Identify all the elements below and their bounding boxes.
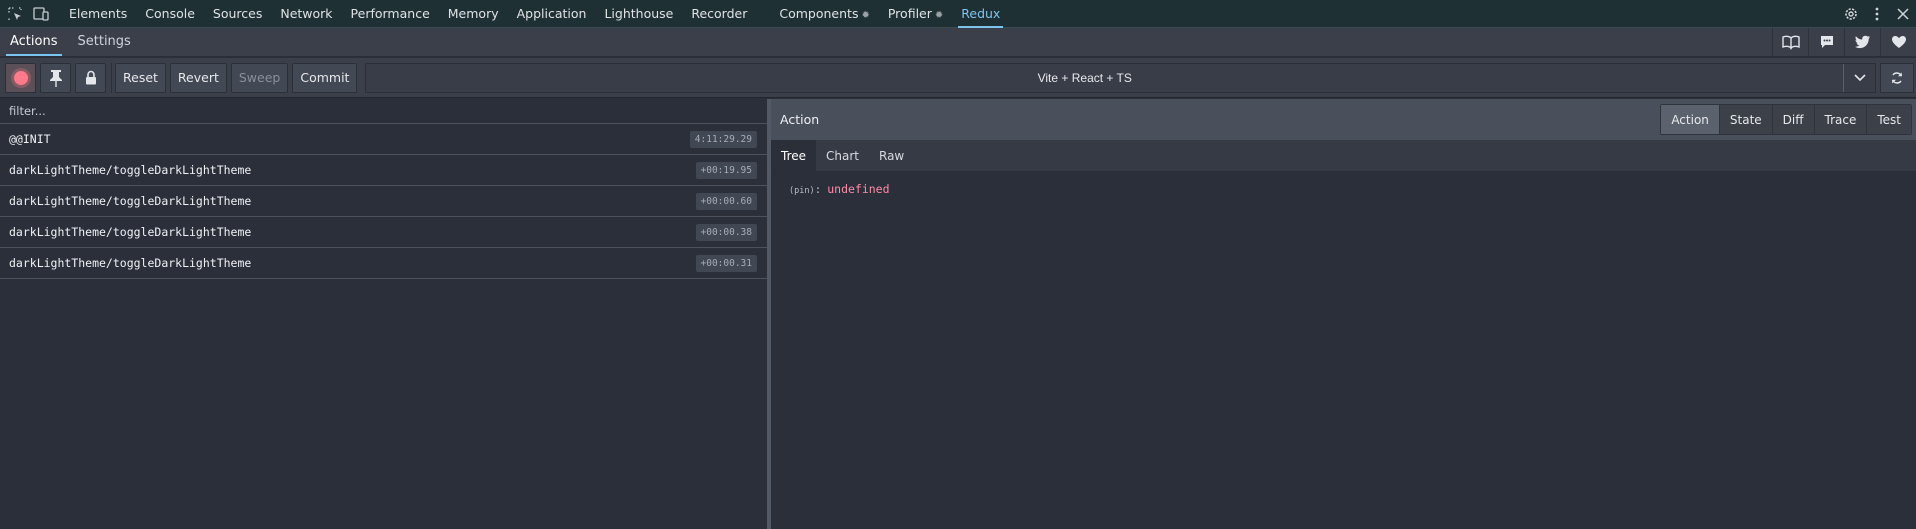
- inspector-title: Action: [780, 112, 820, 127]
- devtools-tab-lighthouse[interactable]: Lighthouse: [595, 0, 682, 28]
- action-timestamp: 4:11:29.29: [689, 130, 757, 148]
- lock-icon: [85, 70, 96, 85]
- devtools-tab-label: Profiler: [887, 5, 932, 21]
- reset-button[interactable]: Reset: [115, 62, 166, 93]
- mode-tab-test[interactable]: Test: [1866, 105, 1911, 134]
- action-name: darkLightTheme/toggleDarkLightTheme: [9, 194, 252, 208]
- devtools-tab-label: Console: [145, 5, 195, 21]
- devtools-tab-memory[interactable]: Memory: [439, 0, 508, 28]
- mode-tab-state[interactable]: State: [1718, 105, 1772, 134]
- redux-toolbar: Reset Revert Sweep Commit Vite + React +…: [0, 58, 1916, 98]
- action-name: darkLightTheme/toggleDarkLightTheme: [9, 163, 252, 177]
- mode-tab-action[interactable]: Action: [1661, 105, 1719, 134]
- devtools-tab-network[interactable]: Network: [271, 0, 341, 28]
- devtools-tab-label: Lighthouse: [604, 5, 674, 21]
- more-options-icon[interactable]: [1864, 0, 1890, 28]
- sync-icon: [1891, 71, 1903, 84]
- action-name: darkLightTheme/toggleDarkLightTheme: [9, 256, 252, 270]
- action-row-init[interactable]: @@INIT 4:11:29.29: [0, 124, 767, 155]
- pin-icon: [49, 69, 62, 87]
- inspect-element-icon[interactable]: [2, 0, 28, 28]
- devtools-tab-bar: Elements Console Sources Network Perform…: [0, 0, 1916, 28]
- record-button[interactable]: [5, 62, 36, 93]
- subtab-tree[interactable]: Tree: [771, 140, 817, 171]
- mode-tab-trace[interactable]: Trace: [1813, 105, 1867, 134]
- toolbar-divider: [111, 62, 112, 93]
- devtools-tab-label: Redux: [961, 5, 1001, 21]
- action-row[interactable]: darkLightTheme/toggleDarkLightTheme +00:…: [0, 155, 767, 186]
- action-name: darkLightTheme/toggleDarkLightTheme: [9, 225, 252, 239]
- commit-button[interactable]: Commit: [292, 62, 358, 93]
- inspector-panel: Action Action State Diff Trace Test Tree…: [771, 99, 1916, 529]
- sweep-button[interactable]: Sweep: [230, 62, 289, 93]
- heart-icon[interactable]: [1880, 28, 1916, 56]
- close-icon[interactable]: [1890, 0, 1916, 28]
- devtools-tab-label: Memory: [447, 5, 499, 21]
- inspector-header: Action Action State Diff Trace Test: [771, 99, 1916, 140]
- devtools-tab-elements[interactable]: Elements: [60, 0, 136, 28]
- devtools-tab-label: Elements: [69, 5, 128, 21]
- book-icon[interactable]: [1772, 28, 1808, 56]
- devtools-tab-profiler[interactable]: Profiler ✹: [879, 0, 952, 28]
- action-timestamp: +00:00.38: [695, 223, 757, 241]
- inspector-mode-tabs: Action State Diff Trace Test: [1660, 104, 1912, 135]
- devtools-tab-redux[interactable]: Redux: [952, 0, 1009, 28]
- tree-view: (pin) : undefined: [771, 172, 1916, 196]
- devtools-tab-application[interactable]: Application: [508, 0, 596, 28]
- inspector-sub-tabs: Tree Chart Raw: [771, 140, 1916, 172]
- tree-colon: :: [814, 183, 822, 196]
- gear-icon: ✹: [934, 9, 944, 21]
- devtools-tab-recorder[interactable]: Recorder: [682, 0, 756, 28]
- tab-settings[interactable]: Settings: [68, 28, 141, 56]
- pin-button[interactable]: [40, 62, 71, 93]
- subtab-chart[interactable]: Chart: [816, 140, 869, 171]
- action-name: @@INIT: [9, 132, 51, 146]
- instance-label: Vite + React + TS: [1037, 70, 1132, 85]
- record-icon: [13, 70, 28, 85]
- action-timestamp: +00:00.31: [695, 254, 757, 272]
- action-list-panel: @@INIT 4:11:29.29 darkLightTheme/toggleD…: [0, 99, 767, 529]
- tree-value: undefined: [827, 182, 890, 196]
- subtab-raw[interactable]: Raw: [869, 140, 914, 171]
- action-row[interactable]: darkLightTheme/toggleDarkLightTheme +00:…: [0, 217, 767, 248]
- devtools-tab-sources[interactable]: Sources: [204, 0, 271, 28]
- action-row[interactable]: darkLightTheme/toggleDarkLightTheme +00:…: [0, 186, 767, 217]
- devtools-tab-label: Performance: [350, 5, 430, 21]
- sync-button[interactable]: [1880, 62, 1914, 93]
- redux-tab-bar: Actions Settings: [0, 28, 1916, 57]
- device-toolbar-icon[interactable]: [28, 0, 54, 28]
- devtools-tab-label: Application: [516, 5, 587, 21]
- settings-gear-icon[interactable]: [1838, 0, 1864, 28]
- devtools-tab-performance[interactable]: Performance: [342, 0, 439, 28]
- gear-icon: ✹: [861, 9, 870, 21]
- devtools-tab-label: Sources: [212, 5, 263, 21]
- action-timestamp: +00:00.60: [695, 192, 757, 210]
- lock-button[interactable]: [75, 62, 106, 93]
- mode-tab-diff[interactable]: Diff: [1771, 105, 1814, 134]
- devtools-tab-console[interactable]: Console: [136, 0, 204, 28]
- devtools-tab-label: Components: [779, 5, 859, 21]
- devtools-tab-components[interactable]: Components ✹: [770, 0, 878, 28]
- chat-icon[interactable]: [1808, 28, 1844, 56]
- action-row[interactable]: darkLightTheme/toggleDarkLightTheme +00:…: [0, 248, 767, 279]
- action-timestamp: +00:19.95: [695, 161, 757, 179]
- chevron-down-icon[interactable]: [1843, 63, 1875, 92]
- tab-actions[interactable]: Actions: [0, 28, 68, 56]
- revert-button[interactable]: Revert: [169, 62, 227, 93]
- devtools-tabs: Elements Console Sources Network Perform…: [60, 0, 1009, 28]
- filter-input[interactable]: [0, 99, 767, 124]
- devtools-tab-label: Recorder: [691, 5, 748, 21]
- twitter-icon[interactable]: [1844, 28, 1880, 56]
- tree-key[interactable]: (pin): [789, 186, 815, 196]
- devtools-tab-label: Network: [280, 5, 333, 21]
- instance-select[interactable]: Vite + React + TS: [365, 62, 1876, 93]
